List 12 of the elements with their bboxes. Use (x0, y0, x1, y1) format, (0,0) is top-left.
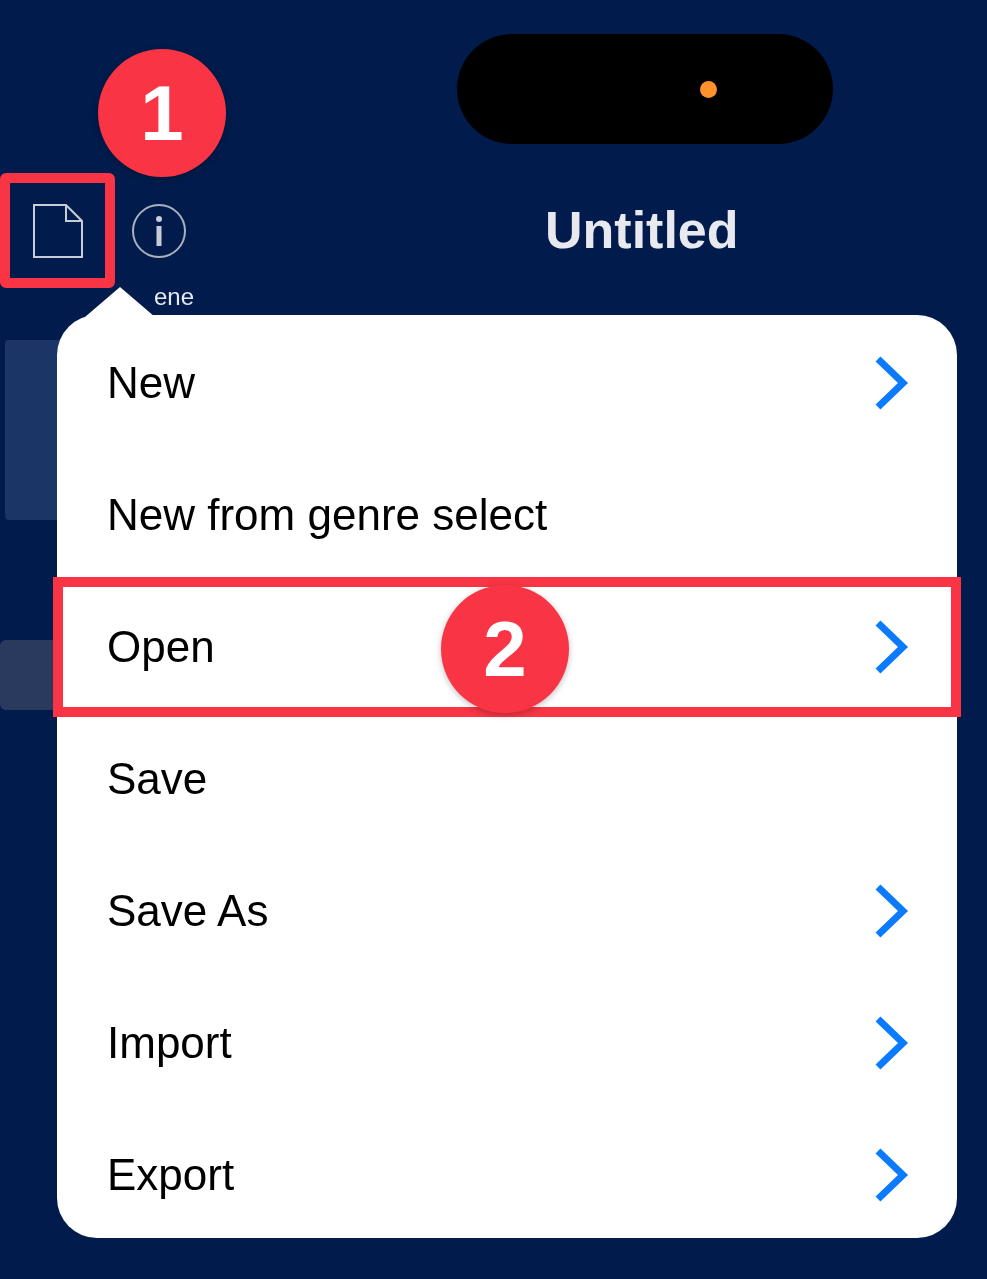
indicator-dot (700, 81, 717, 98)
menu-item[interactable]: Save (57, 713, 957, 845)
menu-item[interactable]: Save As (57, 845, 957, 977)
menu-item[interactable]: New (57, 317, 957, 449)
step-badge: 1 (98, 49, 226, 177)
document-icon (32, 203, 84, 259)
info-icon[interactable] (131, 203, 187, 259)
menu-item[interactable]: Export (57, 1109, 957, 1241)
scene-label: ene (154, 284, 195, 310)
menu-item[interactable]: Import (57, 977, 957, 1109)
menu-item[interactable]: New from genre select (57, 449, 957, 581)
document-title: Untitled (545, 200, 739, 260)
